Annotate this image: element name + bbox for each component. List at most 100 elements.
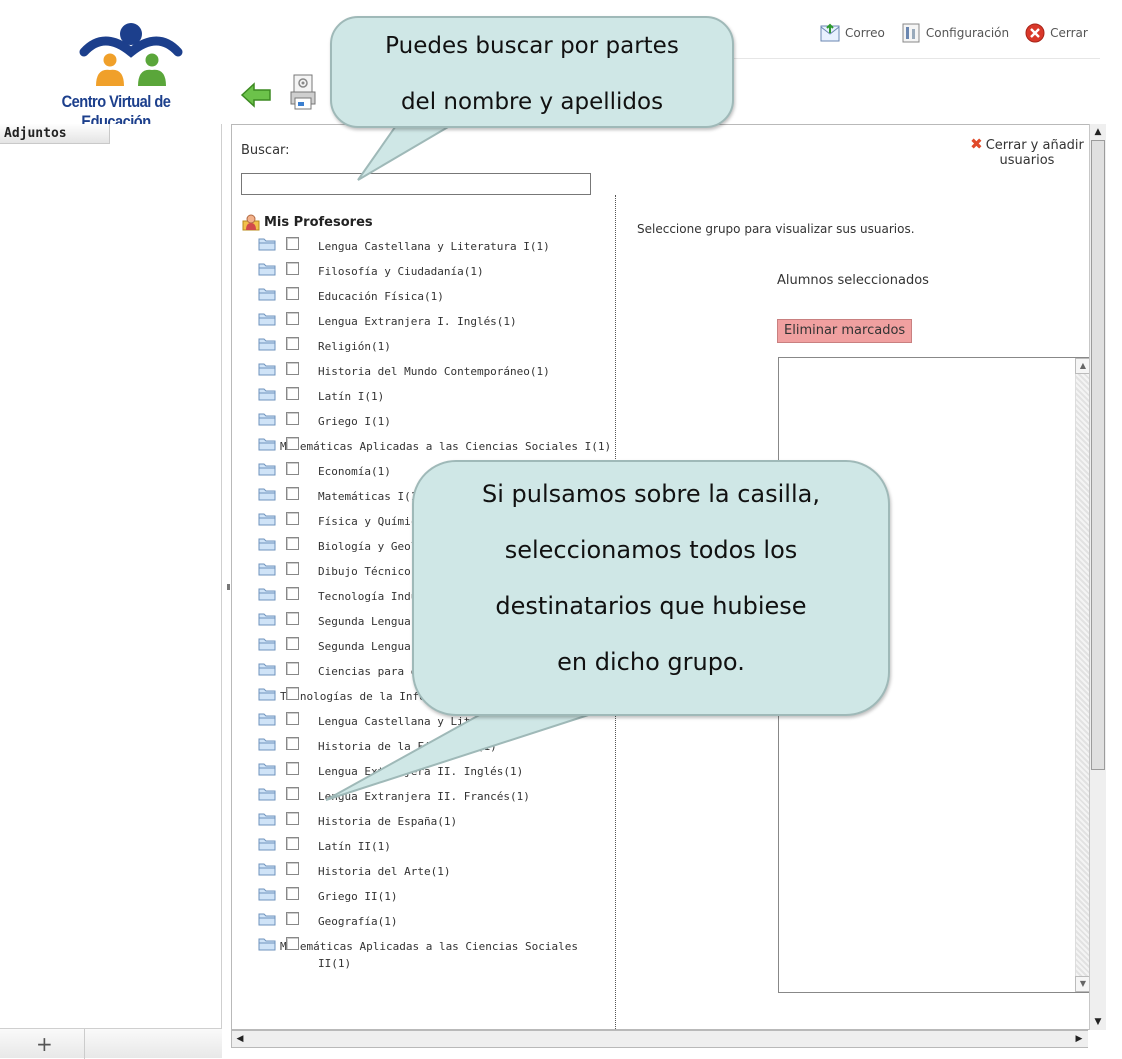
group-checkbox[interactable] [286, 837, 299, 850]
scroll-right-icon[interactable]: ▶ [1071, 1031, 1087, 1047]
folder-icon [258, 788, 276, 801]
delete-marked-button[interactable]: Eliminar marcados [777, 319, 913, 343]
checkbox-tip-line1: Si pulsamos sobre la casilla, [482, 480, 820, 508]
group-checkbox[interactable] [286, 412, 299, 425]
group-checkbox[interactable] [286, 587, 299, 600]
tree-item[interactable]: Educación Física(1) [242, 283, 612, 308]
tree-item[interactable]: Griego II(1) [242, 883, 612, 908]
group-checkbox[interactable] [286, 362, 299, 375]
folder-icon [258, 613, 276, 626]
tree-item-label: Geografía(1) [318, 915, 398, 928]
tree-item-label: Matemáticas Aplicadas a las Ciencias Soc… [280, 940, 579, 970]
checkbox-tip-line4: en dicho grupo. [557, 648, 745, 676]
scroll-corner [1088, 1030, 1106, 1048]
tree-item[interactable]: Matemáticas Aplicadas a las Ciencias Soc… [242, 933, 612, 972]
site-logo[interactable]: Centro Virtual de Educación [30, 20, 230, 131]
panel-splitter-handle[interactable] [227, 584, 230, 590]
settings-link-label: Configuración [925, 26, 1010, 40]
group-checkbox[interactable] [286, 887, 299, 900]
group-checkbox[interactable] [286, 612, 299, 625]
tree-item[interactable]: Griego I(1) [242, 408, 612, 433]
group-checkbox[interactable] [286, 687, 299, 700]
main-vertical-scrollbar[interactable]: ▲ ▼ [1089, 124, 1106, 1030]
tree-item-label: Historia de la Filosofía(1) [318, 740, 497, 753]
tree-item-label: Lengua Extranjera II. Inglés(1) [318, 765, 524, 778]
tree-item[interactable]: Religión(1) [242, 333, 612, 358]
group-checkbox[interactable] [286, 637, 299, 650]
group-checkbox[interactable] [286, 262, 299, 275]
group-checkbox[interactable] [286, 462, 299, 475]
print-button[interactable] [290, 74, 316, 110]
search-input[interactable] [241, 173, 591, 195]
folder-icon [258, 688, 276, 701]
folder-icon [258, 263, 276, 276]
tree-item-label: Religión(1) [318, 340, 391, 353]
group-checkbox[interactable] [286, 787, 299, 800]
tree-item[interactable]: Historia de la Filosofía(1) [242, 733, 612, 758]
group-checkbox[interactable] [286, 812, 299, 825]
close-and-add-users-button[interactable]: ✖ Cerrar y añadir usuarios [957, 137, 1097, 169]
tree-item[interactable]: Historia del Mundo Contemporáneo(1) [242, 358, 612, 383]
tree-item[interactable]: Latín II(1) [242, 833, 612, 858]
group-checkbox[interactable] [286, 562, 299, 575]
group-checkbox[interactable] [286, 487, 299, 500]
tree-item[interactable]: Historia de España(1) [242, 808, 612, 833]
folder-icon [258, 463, 276, 476]
group-checkbox[interactable] [286, 387, 299, 400]
teacher-user-icon [242, 214, 260, 231]
tree-item[interactable]: Latín I(1) [242, 383, 612, 408]
group-hint-text: Seleccione grupo para visualizar sus usu… [637, 222, 915, 236]
group-checkbox[interactable] [286, 737, 299, 750]
group-checkbox[interactable] [286, 912, 299, 925]
green-back-arrow-icon [240, 82, 271, 108]
main-scroll-thumb[interactable] [1091, 140, 1105, 770]
main-horizontal-scrollbar[interactable]: ◀ ▶ [231, 1030, 1106, 1048]
group-checkbox[interactable] [286, 237, 299, 250]
selected-students-title: Alumnos seleccionados [777, 273, 929, 288]
group-checkbox[interactable] [286, 337, 299, 350]
add-attachment-button[interactable]: + [36, 1032, 53, 1056]
group-checkbox[interactable] [286, 312, 299, 325]
back-button[interactable] [240, 82, 272, 108]
tree-item-label: Filosofía y Ciudadanía(1) [318, 265, 484, 278]
folder-icon [258, 913, 276, 926]
search-tip-callout: Puedes buscar por partes del nombre y ap… [330, 16, 734, 128]
top-links: Correo Configuración Cerrar [820, 20, 1104, 46]
settings-link[interactable]: Configuración [901, 23, 1009, 43]
group-checkbox[interactable] [286, 862, 299, 875]
main-scroll-up-icon[interactable]: ▲ [1090, 124, 1106, 140]
search-tip-line1: Puedes buscar por partes [385, 33, 679, 59]
folder-icon [258, 563, 276, 576]
folder-icon [258, 488, 276, 501]
tree-item[interactable]: Lengua Extranjera II. Francés(1) [242, 783, 612, 808]
group-checkbox[interactable] [286, 662, 299, 675]
tree-item[interactable]: Geografía(1) [242, 908, 612, 933]
group-checkbox[interactable] [286, 537, 299, 550]
checkbox-tip-line3: destinatarios que hubiese [495, 592, 807, 620]
folder-icon [258, 238, 276, 251]
scroll-left-icon[interactable]: ◀ [232, 1031, 248, 1047]
tree-root-teachers[interactable]: Mis Profesores [242, 211, 612, 233]
logout-link[interactable]: Cerrar [1025, 23, 1088, 43]
mail-link[interactable]: Correo [820, 23, 885, 43]
tree-item[interactable]: Matemáticas Aplicadas a las Ciencias Soc… [242, 433, 612, 458]
tree-item[interactable]: Lengua Castellana y Literatura I(1) [242, 233, 612, 258]
group-checkbox[interactable] [286, 437, 299, 450]
settings-icon [902, 23, 920, 43]
tree-item[interactable]: Lengua Extranjera II. Inglés(1) [242, 758, 612, 783]
tree-item[interactable]: Lengua Extranjera I. Inglés(1) [242, 308, 612, 333]
folder-icon [258, 363, 276, 376]
search-label: Buscar: [241, 143, 290, 158]
tree-item[interactable]: Filosofía y Ciudadanía(1) [242, 258, 612, 283]
group-checkbox[interactable] [286, 287, 299, 300]
main-scroll-down-icon[interactable]: ▼ [1090, 1014, 1106, 1030]
folder-icon [258, 413, 276, 426]
group-checkbox[interactable] [286, 937, 299, 950]
group-checkbox[interactable] [286, 712, 299, 725]
attachments-header: Adjuntos [0, 124, 110, 144]
group-checkbox[interactable] [286, 762, 299, 775]
mail-link-label: Correo [845, 26, 885, 40]
tree-item[interactable]: Historia del Arte(1) [242, 858, 612, 883]
group-checkbox[interactable] [286, 512, 299, 525]
tree-root-label: Mis Profesores [264, 214, 373, 230]
